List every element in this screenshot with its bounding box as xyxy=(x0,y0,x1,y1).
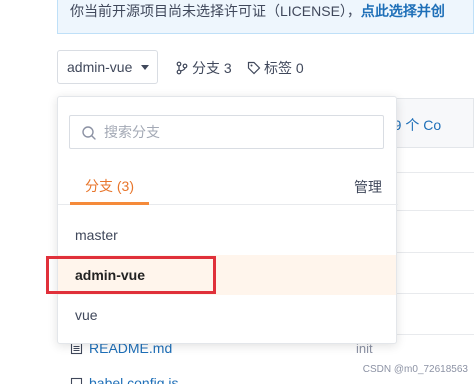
search-icon xyxy=(82,126,96,140)
manage-branches-link[interactable]: 管理 xyxy=(354,177,382,197)
tab-branches[interactable]: 分支 (3) xyxy=(70,169,149,205)
branch-item-vue[interactable]: vue xyxy=(58,295,396,335)
license-notice: 你当前开源项目尚未选择许可证（LICENSE），点此选择并创 xyxy=(57,0,474,34)
branch-dropdown: 分支 (3) 管理 master admin-vue vue xyxy=(57,96,398,344)
annotation-highlight-box xyxy=(46,256,216,294)
branch-item-master[interactable]: master xyxy=(58,215,396,255)
branch-icon xyxy=(176,61,188,75)
choose-license-link[interactable]: 点此选择并创 xyxy=(361,3,445,19)
branch-selector[interactable]: admin-vue xyxy=(57,50,158,84)
branches-count-label: 分支 3 xyxy=(192,60,232,76)
tag-icon xyxy=(247,61,261,75)
file-icon xyxy=(70,377,83,384)
license-notice-text: 你当前开源项目尚未选择许可证（LICENSE）， xyxy=(70,3,361,19)
tags-link[interactable]: 标签 0 xyxy=(247,58,304,78)
caret-down-icon xyxy=(141,65,149,70)
branch-selector-value: admin-vue xyxy=(67,59,133,75)
branch-search-box[interactable] xyxy=(69,115,384,149)
branch-search-input[interactable] xyxy=(104,122,374,142)
file-row-babel-config[interactable]: babel.config.js xyxy=(70,375,179,384)
file-name: babel.config.js xyxy=(89,375,179,384)
branches-link[interactable]: 分支 3 xyxy=(175,58,232,78)
dropdown-tabs: 分支 (3) 管理 xyxy=(58,169,398,205)
tags-count-label: 标签 0 xyxy=(264,60,304,76)
watermark: CSDN @m0_72618563 xyxy=(362,364,468,375)
